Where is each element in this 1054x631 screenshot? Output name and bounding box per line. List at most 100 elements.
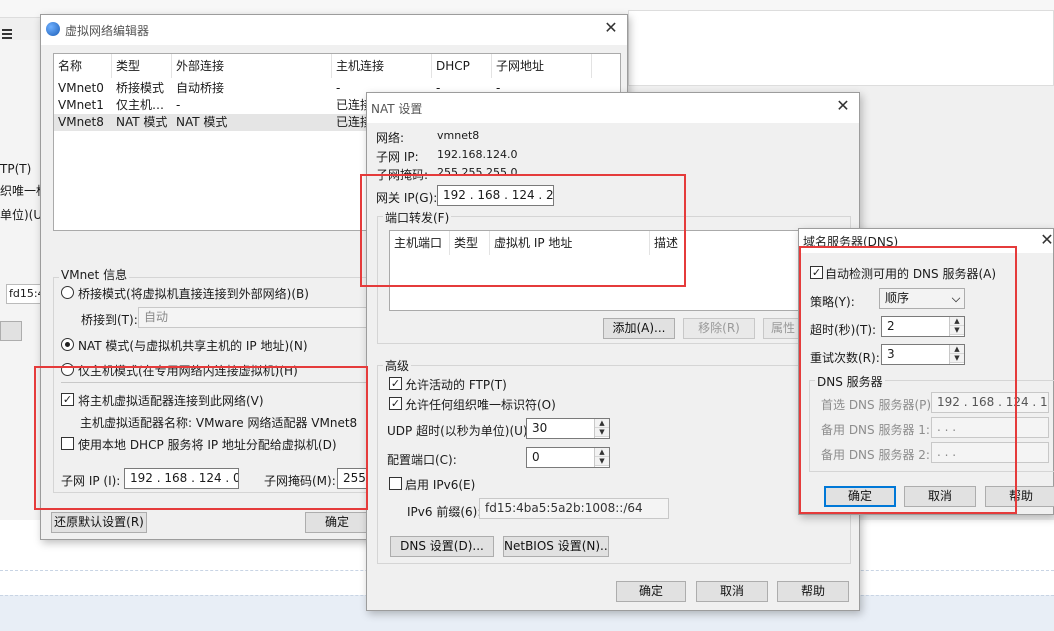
cell-name: VMnet1 (58, 98, 104, 112)
column-header-external[interactable]: 外部连接 (172, 54, 332, 78)
preferred-dns-field[interactable]: 192 . 168 . 124 . 1 (931, 392, 1049, 413)
spin-buttons[interactable]: ▲ ▼ (949, 317, 964, 336)
network-label: 网络: (376, 131, 405, 145)
remove-button[interactable]: 移除(R) (683, 318, 755, 339)
alt-dns-2-field[interactable]: . . . (931, 442, 1049, 463)
properties-button[interactable]: 属性 (763, 318, 803, 339)
subnet-ip-label: 子网 IP (I): (61, 474, 121, 488)
timeout-field[interactable]: 2 ▲ ▼ (881, 316, 965, 337)
preferred-dns-label: 首选 DNS 服务器(P): (821, 398, 936, 412)
background-ipv6-field: fd15:4 (6, 284, 42, 304)
column-header-host-port[interactable]: 主机端口 (390, 231, 450, 255)
network-globe-icon (46, 22, 60, 36)
alt-dns-1-label: 备用 DNS 服务器 1: (821, 423, 930, 437)
auto-detect-dns-label[interactable]: 自动检测可用的 DNS 服务器(A) (825, 265, 996, 282)
enable-ipv6-label[interactable]: 启用 IPv6(E) (405, 476, 475, 493)
dns-title: 域名服务器(DNS) (803, 235, 899, 249)
close-icon[interactable]: ✕ (1039, 232, 1054, 248)
bridge-to-label: 桥接到(T): (81, 313, 138, 327)
alt-dns-1-field[interactable]: . . . (931, 417, 1049, 438)
network-value: vmnet8 (437, 129, 480, 142)
cell-name: VMnet8 (58, 115, 104, 129)
alt-dns-2-label: 备用 DNS 服务器 2: (821, 448, 930, 462)
host-only-label[interactable]: 仅主机模式(在专用网络内连接虚拟机)(H) (78, 362, 298, 379)
netbios-settings-button[interactable]: NetBIOS 设置(N)... (503, 536, 609, 557)
host-only-radio[interactable] (61, 363, 74, 376)
nat-cancel-button[interactable]: 取消 (696, 581, 768, 602)
close-icon[interactable]: ✕ (603, 20, 619, 36)
use-dhcp-label[interactable]: 使用本地 DHCP 服务将 IP 地址分配给虚拟机(D) (78, 436, 337, 453)
column-header-name[interactable]: 名称 (54, 54, 112, 78)
config-port-value: 0 (532, 450, 540, 464)
retries-label: 重试次数(R): (810, 351, 880, 365)
subnet-mask-label: 子网掩码(M): (264, 474, 336, 488)
dns-titlebar: 域名服务器(DNS) ✕ (799, 229, 1054, 253)
timeout-value: 2 (887, 319, 895, 333)
column-header-vm-ip[interactable]: 虚拟机 IP 地址 (490, 231, 650, 255)
advanced-label: 高级 (383, 357, 412, 374)
dns-help-button[interactable]: 帮助 (985, 486, 1054, 507)
nat-mode-label[interactable]: NAT 模式(与虚拟机共享主机的 IP 地址)(N) (78, 337, 308, 354)
policy-dropdown[interactable]: 顺序 (879, 288, 965, 309)
nat-subnet-mask-value: 255.255.255.0 (437, 166, 518, 179)
dns-servers-label: DNS 服务器 (815, 373, 885, 390)
connect-adapter-label[interactable]: 将主机虚拟适配器连接到此网络(V) (78, 392, 264, 409)
nat-title: NAT 设置 (371, 102, 423, 116)
dns-ok-button[interactable]: 确定 (824, 486, 896, 507)
vne-title: 虚拟网络编辑器 (65, 24, 150, 38)
add-button[interactable]: 添加(A)... (603, 318, 675, 339)
nat-ok-button[interactable]: 确定 (616, 581, 686, 602)
bridge-mode-label[interactable]: 桥接模式(将虚拟机直接连接到外部网络)(B) (78, 285, 309, 302)
dns-settings-button[interactable]: DNS 设置(D)... (390, 536, 494, 557)
spin-buttons[interactable]: ▲ ▼ (949, 345, 964, 364)
cell-external: 自动桥接 (176, 81, 225, 95)
background-ftp-text: TP(T) (0, 162, 32, 176)
timeout-label: 超时(秒)(T): (810, 323, 877, 337)
close-icon[interactable]: ✕ (835, 98, 851, 114)
enable-ipv6-checkbox[interactable] (389, 477, 402, 490)
nat-help-button[interactable]: 帮助 (777, 581, 849, 602)
spin-buttons[interactable]: ▲ ▼ (594, 448, 609, 467)
allow-oui-checkbox[interactable]: ✓ (389, 397, 402, 410)
column-header-host[interactable]: 主机连接 (332, 54, 432, 78)
column-header-subnet[interactable]: 子网地址 (492, 54, 592, 78)
bridge-to-select[interactable]: 自动 (138, 307, 370, 328)
nat-mode-radio[interactable] (61, 338, 74, 351)
auto-detect-dns-checkbox[interactable]: ✓ (810, 266, 823, 279)
spin-buttons[interactable]: ▲ ▼ (594, 419, 609, 438)
connect-adapter-checkbox[interactable]: ✓ (61, 393, 74, 406)
vmnet-info-label: VMnet 信息 (59, 266, 130, 283)
gateway-ip-field[interactable]: 192 . 168 . 124 . 2 (437, 185, 554, 206)
udp-timeout-label: UDP 超时(以秒为单位)(U): (387, 424, 532, 438)
retries-field[interactable]: 3 ▲ ▼ (881, 344, 965, 365)
udp-timeout-value: 30 (532, 421, 548, 435)
restore-defaults-button[interactable]: 还原默认设置(R) (51, 512, 147, 533)
use-dhcp-checkbox[interactable] (61, 437, 74, 450)
allow-ftp-label[interactable]: 允许活动的 FTP(T) (405, 376, 507, 393)
nat-subnet-ip-value: 192.168.124.0 (437, 148, 518, 161)
subnet-ip-field[interactable]: 192 . 168 . 124 . 0 (124, 468, 239, 489)
cell-external: - (176, 98, 181, 112)
config-port-field[interactable]: 0 ▲ ▼ (526, 447, 610, 468)
column-header-type[interactable]: 类型 (450, 231, 490, 255)
port-forward-list[interactable]: 主机端口 类型 虚拟机 IP 地址 描述 (389, 230, 845, 311)
ipv6-prefix-field[interactable]: fd15:4ba5:5a2b:1008::/64 (479, 498, 669, 519)
dns-cancel-button[interactable]: 取消 (904, 486, 976, 507)
cell-type: 桥接模式 (116, 81, 165, 95)
cell-type: NAT 模式 (116, 115, 168, 129)
vne-titlebar: 虚拟网络编辑器 ✕ (41, 15, 627, 45)
background-right-pane (628, 10, 1054, 86)
ipv6-prefix-label: IPv6 前缀(6): (407, 505, 482, 519)
nat-subnet-mask-label: 子网掩码: (376, 168, 429, 182)
vne-ok-button[interactable]: 确定 (305, 512, 369, 533)
column-header-dhcp[interactable]: DHCP (432, 54, 492, 78)
column-header-description[interactable]: 描述 (650, 231, 690, 255)
cell-external: NAT 模式 (176, 115, 228, 129)
allow-oui-label[interactable]: 允许任何组织唯一标识符(O) (405, 396, 556, 413)
allow-ftp-checkbox[interactable]: ✓ (389, 377, 402, 390)
udp-timeout-field[interactable]: 30 ▲ ▼ (526, 418, 610, 439)
port-forward-label: 端口转发(F) (383, 209, 452, 226)
background-left-panel: TP(T) 织唯一标 单位)(U) fd15:4 (0, 40, 48, 520)
column-header-type[interactable]: 类型 (112, 54, 172, 78)
bridge-mode-radio[interactable] (61, 286, 74, 299)
